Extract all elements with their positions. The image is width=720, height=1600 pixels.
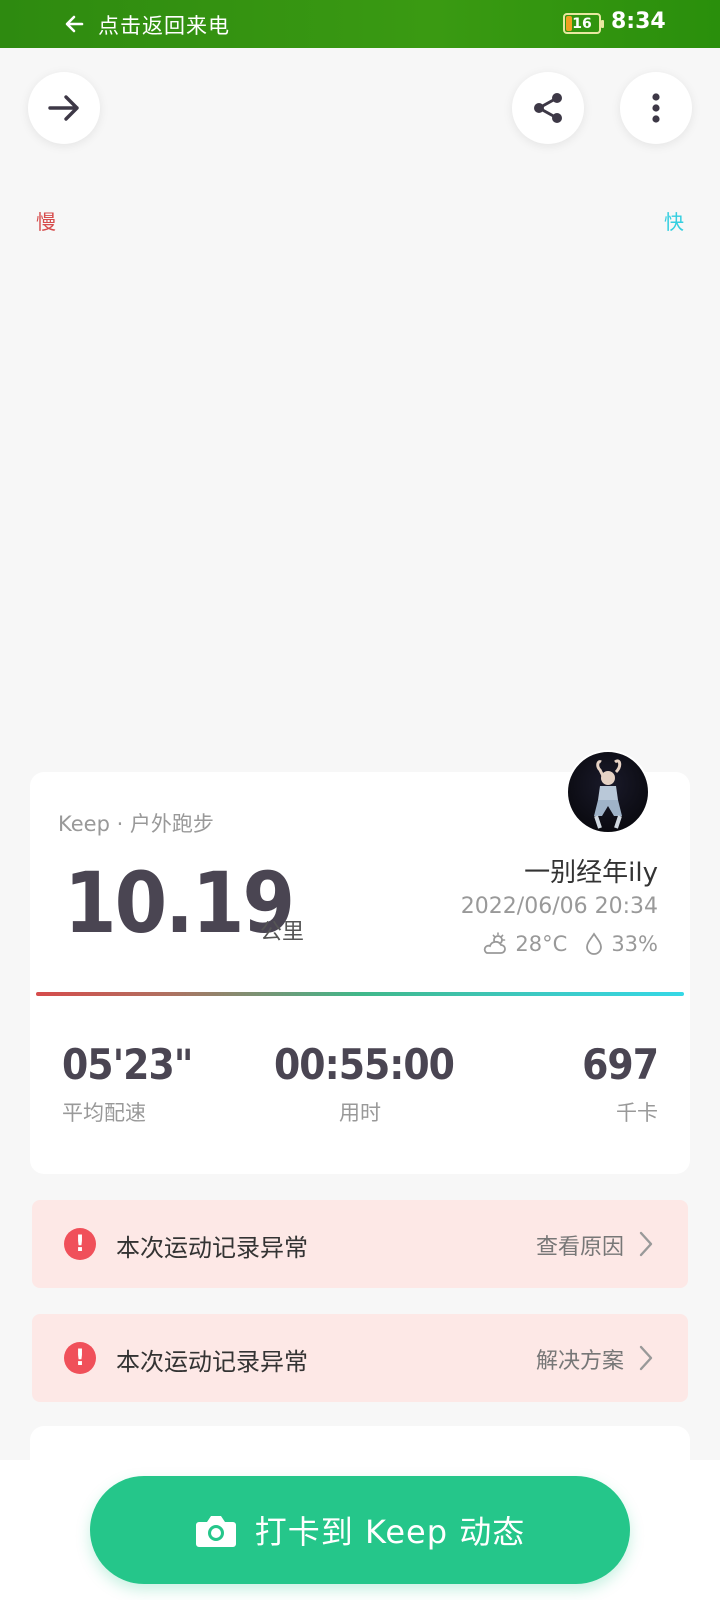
stat-average-pace: 05'23" 平均配速 <box>62 1040 193 1127</box>
avatar-image <box>594 759 622 829</box>
battery-level: 16 <box>572 15 592 32</box>
stat-value: 05'23" <box>62 1040 193 1089</box>
warning-banner[interactable]: ! 本次运动记录异常 查看原因 <box>32 1200 688 1288</box>
stat-value: 00:55:00 <box>274 1040 455 1089</box>
stat-label: 平均配速 <box>62 1101 146 1125</box>
warning-banner[interactable]: ! 本次运动记录异常 解决方案 <box>32 1314 688 1402</box>
forward-button[interactable] <box>28 72 100 144</box>
checkin-label: 打卡到 Keep 动态 <box>254 1513 526 1551</box>
battery-fill <box>566 16 572 31</box>
warning-text: 本次运动记录异常 <box>116 1348 308 1376</box>
workout-source: Keep · 户外跑步 <box>58 812 214 836</box>
workout-summary-card: Keep · 户外跑步 10.19 公里 一别经年ily 2022/06/06 … <box>30 772 690 1174</box>
share-icon <box>534 93 562 123</box>
chevron-right-icon <box>639 1345 653 1371</box>
stat-duration: 00:55:00 用时 <box>274 1040 455 1127</box>
more-vertical-icon <box>652 93 660 123</box>
humidity: 33% <box>611 932 658 956</box>
more-options-button[interactable] <box>620 72 692 144</box>
pace-slow-label: 慢 <box>36 210 56 234</box>
weather-info: 28°C 33% <box>481 932 658 956</box>
avatar[interactable] <box>566 750 650 834</box>
battery-icon: 16 <box>563 13 604 34</box>
pace-fast-label: 快 <box>664 210 684 234</box>
return-to-call-label[interactable]: 点击返回来电 <box>98 10 230 40</box>
checkin-button[interactable]: 打卡到 Keep 动态 <box>90 1476 630 1584</box>
partly-cloudy-icon <box>484 932 507 954</box>
share-button[interactable] <box>512 72 584 144</box>
stat-label: 千卡 <box>616 1101 658 1125</box>
distance-value: 10.19 <box>64 854 295 952</box>
status-bar: 点击返回来电 16 8:34 <box>0 0 720 48</box>
view-reason-link[interactable]: 查看原因 <box>536 1229 624 1261</box>
alert-icon: ! <box>64 1342 96 1374</box>
camera-icon <box>195 1516 236 1547</box>
distance-unit: 公里 <box>260 920 305 945</box>
record-datetime: 2022/06/06 20:34 <box>460 894 658 919</box>
arrow-right-icon <box>48 95 79 121</box>
pace-gradient-bar <box>36 992 684 996</box>
stat-value: 697 <box>582 1040 659 1089</box>
user-name[interactable]: 一别经年ily <box>524 852 658 889</box>
status-time: 8:34 <box>611 9 666 34</box>
stat-calories: 697 千卡 <box>582 1040 659 1127</box>
temperature: 28°C <box>515 932 568 956</box>
warning-text: 本次运动记录异常 <box>116 1234 308 1262</box>
workout-summary-screen: 点击返回来电 16 8:34 Keep · 户外跑步 10.19 公里 一别经年… <box>0 0 720 1600</box>
humidity-drop-icon <box>586 932 603 955</box>
chevron-right-icon <box>639 1231 653 1257</box>
stat-label: 用时 <box>339 1101 381 1125</box>
alert-icon: ! <box>64 1228 96 1260</box>
solution-link[interactable]: 解决方案 <box>536 1343 624 1375</box>
back-arrow-icon[interactable] <box>62 11 88 37</box>
